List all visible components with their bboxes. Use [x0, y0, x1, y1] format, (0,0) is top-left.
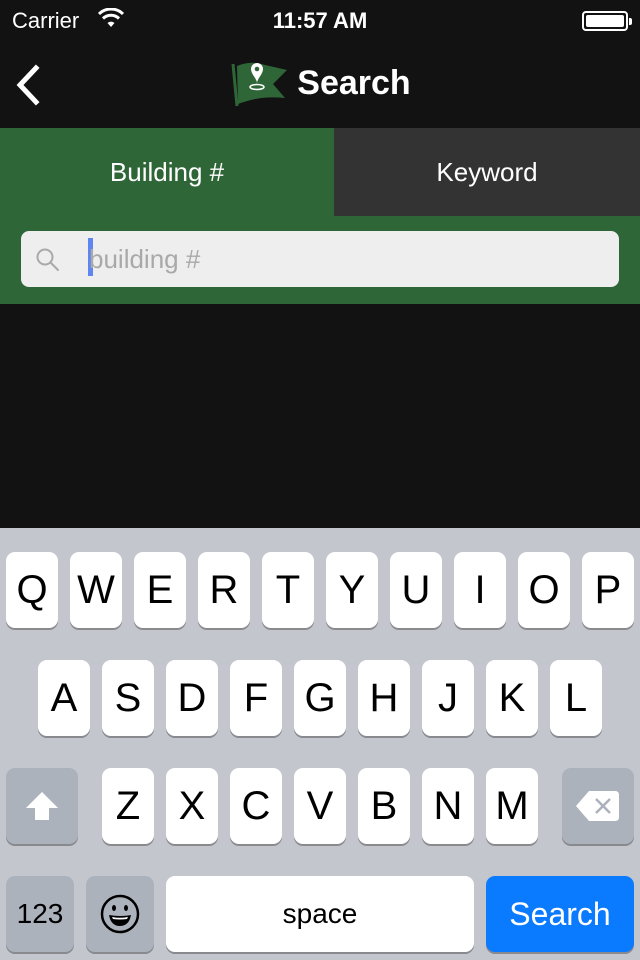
search-icon — [36, 248, 59, 271]
key-c[interactable]: C — [230, 768, 282, 844]
key-j[interactable]: J — [422, 660, 474, 736]
keyboard: Q W E R T Y U I O P A S D F G H J K L Z … — [0, 528, 640, 960]
key-y[interactable]: Y — [326, 552, 378, 628]
key-t[interactable]: T — [262, 552, 314, 628]
delete-icon — [576, 791, 619, 821]
emoji-icon — [100, 894, 140, 934]
nav-title-group: Search — [0, 58, 640, 108]
key-b[interactable]: B — [358, 768, 410, 844]
shift-key[interactable] — [6, 768, 78, 844]
flag-location-icon — [231, 62, 288, 107]
search-field[interactable] — [21, 231, 619, 287]
key-v[interactable]: V — [294, 768, 346, 844]
building-number-input[interactable] — [89, 231, 609, 287]
key-z[interactable]: Z — [102, 768, 154, 844]
key-a[interactable]: A — [38, 660, 90, 736]
key-g[interactable]: G — [294, 660, 346, 736]
key-e[interactable]: E — [134, 552, 186, 628]
battery-icon — [582, 11, 632, 31]
key-o[interactable]: O — [518, 552, 570, 628]
status-bar: Carrier 11:57 AM — [0, 0, 640, 40]
shift-icon — [26, 792, 58, 820]
key-i[interactable]: I — [454, 552, 506, 628]
key-s[interactable]: S — [102, 660, 154, 736]
key-u[interactable]: U — [390, 552, 442, 628]
delete-key[interactable] — [562, 768, 634, 844]
emoji-key[interactable] — [86, 876, 154, 952]
search-mode-tabs: Building # Keyword — [0, 128, 640, 216]
key-n[interactable]: N — [422, 768, 474, 844]
clock: 11:57 AM — [272, 8, 368, 33]
tab-keyword[interactable]: Keyword — [334, 128, 640, 216]
key-d[interactable]: D — [166, 660, 218, 736]
key-q[interactable]: Q — [6, 552, 58, 628]
key-p[interactable]: P — [582, 552, 634, 628]
numbers-key[interactable]: 123 — [6, 876, 74, 952]
navigation-bar: Search — [0, 40, 640, 128]
space-key[interactable]: space — [166, 876, 474, 952]
key-r[interactable]: R — [198, 552, 250, 628]
key-f[interactable]: F — [230, 660, 282, 736]
key-w[interactable]: W — [70, 552, 122, 628]
tab-building-number[interactable]: Building # — [0, 128, 334, 216]
key-l[interactable]: L — [550, 660, 602, 736]
key-h[interactable]: H — [358, 660, 410, 736]
key-k[interactable]: K — [486, 660, 538, 736]
key-m[interactable]: M — [486, 768, 538, 844]
page-title: Search — [297, 63, 411, 102]
search-return-key[interactable]: Search — [486, 876, 634, 952]
search-area — [0, 216, 640, 304]
key-x[interactable]: X — [166, 768, 218, 844]
